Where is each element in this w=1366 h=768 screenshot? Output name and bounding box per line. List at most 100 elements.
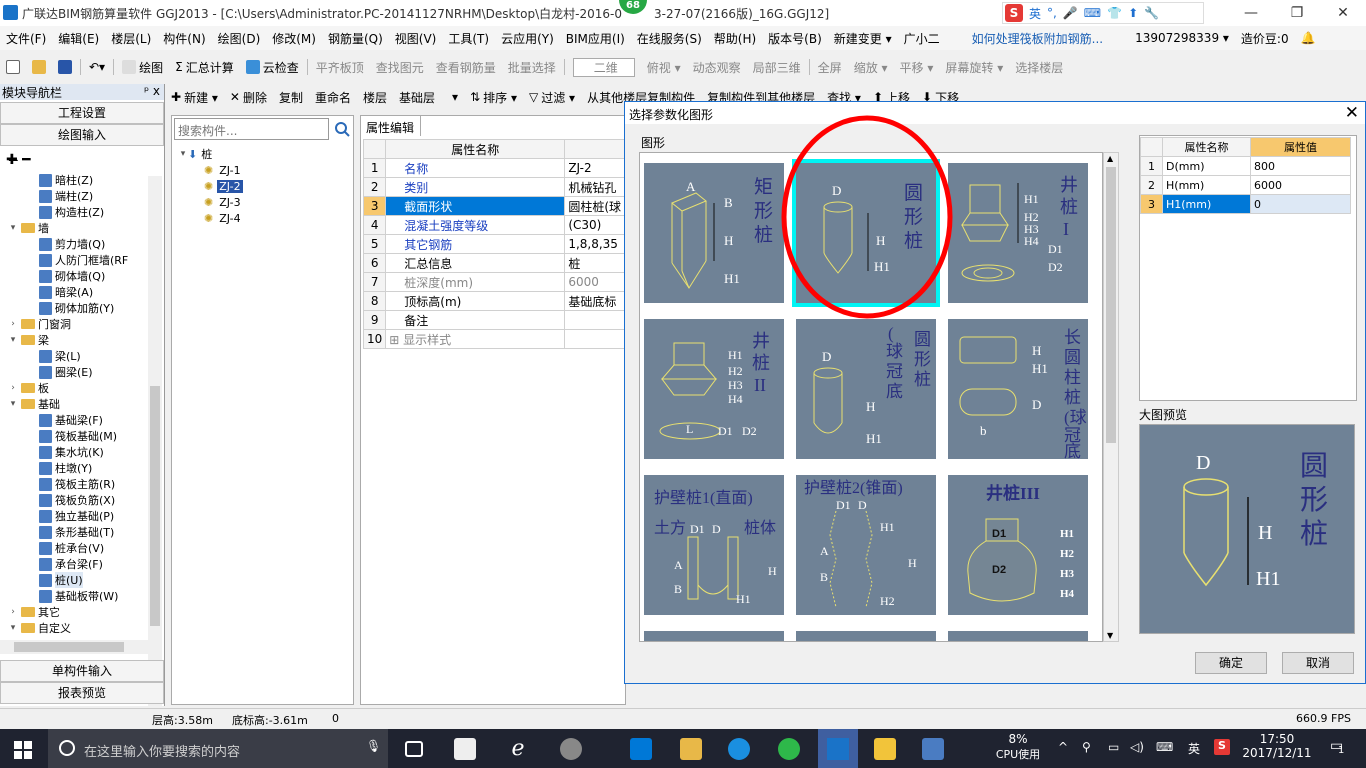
nav-item-24[interactable]: 承台梁(F): [0, 556, 150, 572]
project-settings-button[interactable]: 工程设置: [0, 102, 164, 124]
attr-value-input[interactable]: 0: [1250, 194, 1351, 214]
expand-icon[interactable]: ⊞: [389, 333, 403, 347]
draw-button[interactable]: 绘图: [116, 59, 169, 76]
nav-item-18[interactable]: 柱墩(Y): [0, 460, 150, 476]
tree-item-zj2[interactable]: ✺ ZJ-2: [178, 178, 243, 194]
tree-item-zj3[interactable]: ✺ ZJ-3: [178, 194, 243, 210]
notepad-icon[interactable]: [874, 738, 896, 760]
nav-hscroll[interactable]: [0, 640, 148, 654]
property-value[interactable]: 机械钻孔: [564, 177, 625, 197]
tray-chevron-icon[interactable]: ^: [1058, 740, 1068, 754]
nav-item-25[interactable]: 桩(U): [0, 572, 150, 588]
clock[interactable]: 17:50 2017/12/11: [1242, 732, 1312, 760]
delete-button[interactable]: ✕ 删除: [224, 89, 273, 106]
menu-file[interactable]: 文件(F): [0, 30, 52, 47]
save-icon[interactable]: [52, 60, 78, 74]
menu-account[interactable]: 13907298339 ▾: [1129, 31, 1235, 45]
restore-button[interactable]: ❐: [1274, 0, 1320, 26]
search-icon[interactable]: [332, 118, 352, 140]
nav-folder-9[interactable]: › 门窗洞: [0, 316, 150, 332]
attr-row[interactable]: 1 D(mm) 800: [1140, 156, 1351, 176]
property-value[interactable]: [564, 310, 625, 330]
qq-browser-icon[interactable]: [560, 738, 582, 760]
expand-collapse-icons[interactable]: ✚̶ ━: [0, 146, 164, 174]
property-row[interactable]: 6 汇总信息桩: [362, 253, 625, 273]
nav-item-20[interactable]: 筏板负筋(X): [0, 492, 150, 508]
property-row[interactable]: 5 其它钢筋 1,8,8,35: [362, 234, 625, 254]
attr-row[interactable]: 3 H1(mm) 0: [1140, 194, 1351, 214]
volume-icon[interactable]: ◁): [1130, 740, 1144, 754]
tab-property-edit[interactable]: 属性编辑: [361, 116, 421, 136]
cloud-check-button[interactable]: 云检查: [240, 59, 305, 76]
shape-card-well-pile-3[interactable]: D1 D2 H1 H2 H3 H4 井桩III: [948, 475, 1088, 615]
ok-button[interactable]: 确定: [1195, 652, 1267, 674]
nav-item-5[interactable]: 人防门框墙(RF: [0, 252, 150, 268]
summary-calc-button[interactable]: Σ 汇总计算: [169, 59, 240, 76]
nav-item-12[interactable]: 圈梁(E): [0, 364, 150, 380]
undo-icon[interactable]: ↶▾: [83, 60, 111, 74]
drawing-input-button[interactable]: 绘图输入: [0, 124, 164, 146]
menu-tip-link[interactable]: 如何处理筏板附加钢筋...: [966, 30, 1109, 47]
view-rebar-button[interactable]: 查看钢筋量: [430, 59, 502, 76]
skin-icon[interactable]: 👕: [1107, 6, 1122, 20]
shape-card-well-pile-1[interactable]: H1 H2 H3 H4 D1 D2 井桩I: [948, 163, 1088, 303]
menu-new-change[interactable]: 新建变更 ▾: [828, 30, 898, 47]
fullscreen-button[interactable]: 全屏: [812, 59, 848, 76]
property-row[interactable]: 3 截面形状 圆柱桩(球: [362, 196, 625, 216]
menu-modify[interactable]: 修改(M): [266, 30, 322, 47]
nav-item-22[interactable]: 条形基础(T): [0, 524, 150, 540]
batch-select-button[interactable]: 批量选择: [502, 59, 562, 76]
nav-item-16[interactable]: 筏板基础(M): [0, 428, 150, 444]
minimize-button[interactable]: —: [1228, 0, 1274, 26]
shape-card-retaining-pile-1[interactable]: A B D1 D H H1 护壁桩1(直面) 土方 桩体: [644, 475, 784, 615]
property-value[interactable]: 1,8,8,35: [564, 234, 625, 254]
nav-item-2[interactable]: 构造柱(Z): [0, 204, 150, 220]
nav-item-21[interactable]: 独立基础(P): [0, 508, 150, 524]
top-view-button[interactable]: 俯视 ▾: [641, 59, 687, 76]
rename-button[interactable]: 重命名: [309, 89, 357, 106]
upload-icon[interactable]: ⬆: [1128, 6, 1138, 20]
collapse-icon[interactable]: ▾: [8, 623, 18, 633]
windows-start-icon[interactable]: [14, 741, 32, 762]
property-row[interactable]: 8 顶标高(m) 基础底标: [362, 291, 625, 311]
menu-tools[interactable]: 工具(T): [442, 30, 495, 47]
menu-guangxiaoer[interactable]: 广小二: [898, 30, 946, 47]
nav-item-0[interactable]: 暗柱(Z): [0, 172, 150, 188]
nav-item-26[interactable]: 基础板带(W): [0, 588, 150, 604]
new-file-icon[interactable]: [0, 60, 26, 74]
ie-edge-legacy-icon[interactable]: ℯ: [507, 738, 529, 760]
collapse-icon[interactable]: ▾: [8, 335, 18, 345]
tree-root-pile[interactable]: ▾ ⬇ 桩: [178, 146, 243, 162]
menu-help[interactable]: 帮助(H): [708, 30, 762, 47]
property-value[interactable]: 基础底标: [564, 291, 625, 311]
nav-item-11[interactable]: 梁(L): [0, 348, 150, 364]
single-component-input-button[interactable]: 单构件输入: [0, 660, 164, 682]
screen-rotate-button[interactable]: 屏幕旋转 ▾: [939, 59, 1009, 76]
property-row[interactable]: 4 混凝土强度等级 (C30): [362, 215, 625, 235]
property-value[interactable]: ZJ-2: [564, 158, 625, 178]
close-button[interactable]: ✕: [1320, 0, 1366, 26]
expand-icon[interactable]: ›: [8, 607, 18, 617]
property-value[interactable]: 桩: [564, 253, 625, 273]
align-slab-top-button[interactable]: 平齐板顶: [310, 59, 370, 76]
menu-view[interactable]: 视图(V): [389, 30, 443, 47]
nav-folder-13[interactable]: › 板: [0, 380, 150, 396]
menu-draw[interactable]: 绘图(D): [212, 30, 267, 47]
ggj-app-active[interactable]: [818, 729, 858, 768]
ime-lang[interactable]: 英: [1029, 5, 1041, 22]
find-element-button[interactable]: 查找图元: [370, 59, 430, 76]
property-row[interactable]: 10 ⊞ 显示样式: [362, 329, 625, 349]
menu-floor[interactable]: 楼层(L): [105, 30, 157, 47]
control-panel-icon[interactable]: [922, 738, 944, 760]
shape-card-retaining-pile-2[interactable]: D1 D H1 A B H H2 护壁桩2(锥面): [796, 475, 936, 615]
zoom-button[interactable]: 缩放 ▾: [848, 59, 894, 76]
property-row[interactable]: 9 备注: [362, 310, 625, 330]
local-3d-button[interactable]: 局部三维: [747, 59, 807, 76]
menu-bim[interactable]: BIM应用(I): [560, 30, 631, 47]
nav-item-19[interactable]: 筏板主筋(R): [0, 476, 150, 492]
sogou-tray-icon[interactable]: S: [1214, 739, 1230, 755]
tray-lang[interactable]: 英: [1188, 740, 1200, 757]
nav-vscroll[interactable]: [148, 176, 162, 706]
nav-item-1[interactable]: 端柱(Z): [0, 188, 150, 204]
property-row[interactable]: 2 类别 机械钻孔: [362, 177, 625, 197]
